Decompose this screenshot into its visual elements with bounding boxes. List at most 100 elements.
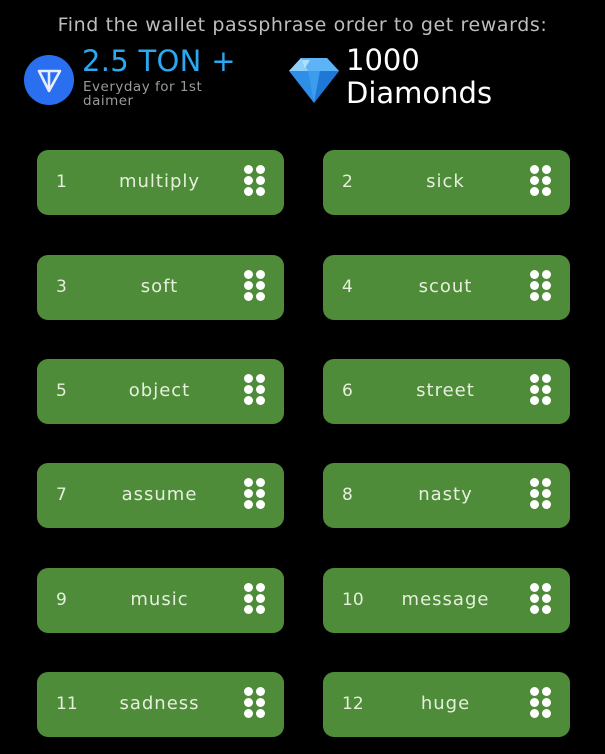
drag-handle-dot	[542, 270, 551, 279]
word-number: 11	[56, 694, 78, 714]
diamond-reward-text: 1000 Diamonds	[346, 44, 492, 110]
drag-handle-icon[interactable]	[244, 270, 266, 304]
drag-handle-icon[interactable]	[244, 478, 266, 512]
drag-handle-dot	[542, 281, 551, 290]
drag-handle-dot	[244, 500, 253, 509]
drag-handle-dot	[530, 396, 539, 405]
word-number: 4	[342, 277, 353, 297]
drag-handle-dot	[530, 478, 539, 487]
drag-handle-dot	[256, 281, 265, 290]
drag-handle-icon[interactable]	[530, 374, 552, 408]
drag-handle-dot	[244, 583, 253, 592]
drag-handle-dot	[530, 709, 539, 718]
drag-handle-dot	[256, 385, 265, 394]
drag-handle-dot	[530, 176, 539, 185]
word-number: 12	[342, 694, 364, 714]
drag-handle-dot	[244, 687, 253, 696]
word-card[interactable]: 10 message	[323, 568, 570, 633]
drag-handle-dot	[530, 583, 539, 592]
word-number: 3	[56, 277, 67, 297]
drag-handle-dot	[244, 187, 253, 196]
drag-handle-dot	[542, 187, 551, 196]
drag-handle-dot	[530, 281, 539, 290]
drag-handle-icon[interactable]	[530, 165, 552, 199]
word-number: 8	[342, 485, 353, 505]
drag-handle-dot	[542, 709, 551, 718]
drag-handle-dot	[542, 687, 551, 696]
drag-handle-dot	[530, 594, 539, 603]
word-number: 2	[342, 172, 353, 192]
word-card[interactable]: 5 object	[37, 359, 284, 424]
drag-handle-dot	[530, 687, 539, 696]
drag-handle-dot	[256, 396, 265, 405]
drag-handle-icon[interactable]	[530, 270, 552, 304]
drag-handle-dot	[530, 374, 539, 383]
drag-handle-dot	[256, 709, 265, 718]
drag-handle-dot	[530, 292, 539, 301]
word-card[interactable]: 2 sick	[323, 150, 570, 215]
drag-handle-dot	[530, 489, 539, 498]
drag-handle-dot	[542, 165, 551, 174]
ton-logo-icon	[24, 55, 74, 105]
drag-handle-dot	[542, 385, 551, 394]
drag-handle-icon[interactable]	[530, 478, 552, 512]
drag-handle-dot	[256, 489, 265, 498]
word-number: 9	[56, 590, 67, 610]
word-card[interactable]: 11 sadness	[37, 672, 284, 737]
drag-handle-dot	[542, 489, 551, 498]
word-label: multiply	[118, 171, 201, 192]
diamond-count: 1000	[346, 43, 420, 77]
drag-handle-dot	[256, 594, 265, 603]
drag-handle-dot	[244, 385, 253, 394]
word-number: 7	[56, 485, 67, 505]
drag-handle-dot	[244, 176, 253, 185]
drag-handle-dot	[530, 270, 539, 279]
drag-handle-dot	[256, 270, 265, 279]
word-label: nasty	[418, 484, 473, 505]
drag-handle-dot	[542, 594, 551, 603]
drag-handle-icon[interactable]	[244, 165, 266, 199]
drag-handle-dot	[542, 176, 551, 185]
drag-handle-dot	[244, 605, 253, 614]
word-number: 1	[56, 172, 67, 192]
word-card[interactable]: 9 music	[37, 568, 284, 633]
drag-handle-dot	[244, 270, 253, 279]
word-card[interactable]: 8 nasty	[323, 463, 570, 528]
drag-handle-icon[interactable]	[244, 583, 266, 617]
drag-handle-dot	[244, 281, 253, 290]
word-card[interactable]: 7 assume	[37, 463, 284, 528]
word-label: music	[130, 589, 189, 610]
drag-handle-dot	[256, 687, 265, 696]
word-label: assume	[121, 484, 198, 505]
drag-handle-dot	[530, 605, 539, 614]
word-card[interactable]: 6 street	[323, 359, 570, 424]
diamond-icon	[288, 56, 340, 104]
drag-handle-dot	[542, 292, 551, 301]
drag-handle-dot	[256, 583, 265, 592]
drag-handle-dot	[256, 374, 265, 383]
drag-handle-icon[interactable]	[530, 583, 552, 617]
drag-handle-dot	[542, 605, 551, 614]
drag-handle-dot	[244, 594, 253, 603]
drag-handle-dot	[244, 374, 253, 383]
drag-handle-icon[interactable]	[244, 374, 266, 408]
drag-handle-icon[interactable]	[530, 687, 552, 721]
drag-handle-dot	[530, 165, 539, 174]
drag-handle-dot	[244, 292, 253, 301]
drag-handle-dot	[530, 385, 539, 394]
diamond-label: Diamonds	[346, 76, 493, 110]
word-card[interactable]: 4 scout	[323, 255, 570, 320]
drag-handle-icon[interactable]	[244, 687, 266, 721]
drag-handle-dot	[256, 187, 265, 196]
drag-handle-dot	[244, 396, 253, 405]
word-number: 6	[342, 381, 353, 401]
word-label: message	[401, 589, 490, 610]
word-label: scout	[418, 276, 473, 297]
word-card[interactable]: 3 soft	[37, 255, 284, 320]
drag-handle-dot	[256, 478, 265, 487]
word-card[interactable]: 12 huge	[323, 672, 570, 737]
word-card[interactable]: 1 multiply	[37, 150, 284, 215]
drag-handle-dot	[542, 500, 551, 509]
drag-handle-dot	[542, 374, 551, 383]
page-title: Find the wallet passphrase order to get …	[57, 14, 548, 36]
